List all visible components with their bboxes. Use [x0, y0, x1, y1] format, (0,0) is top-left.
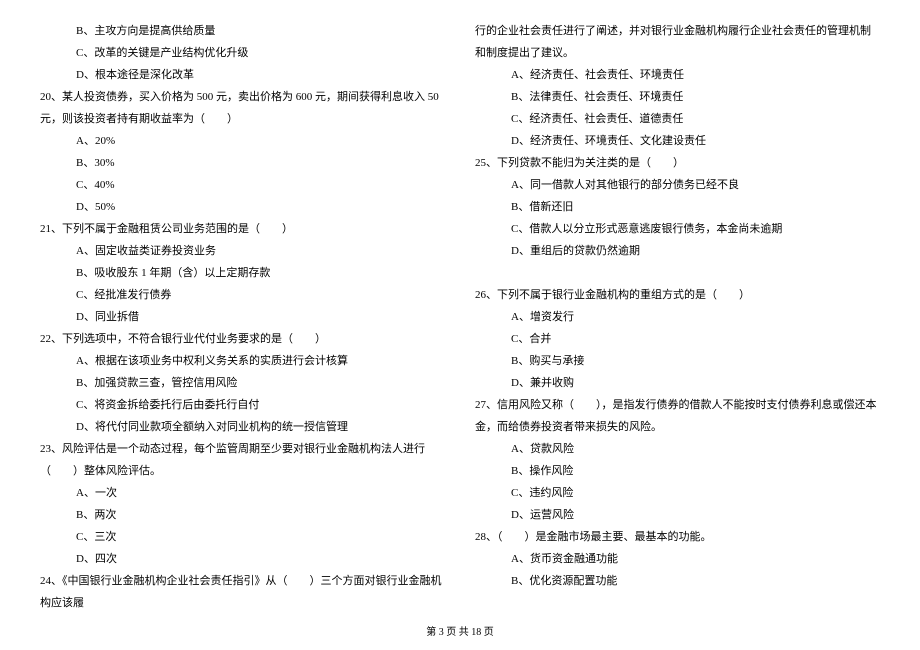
- q26-option-a: A、增资发行: [475, 306, 880, 328]
- page-footer: 第 3 页 共 18 页: [0, 623, 920, 638]
- q27-option-a: A、贷款风险: [475, 438, 880, 460]
- q27-option-b: B、操作风险: [475, 460, 880, 482]
- q21-option-a: A、固定收益类证券投资业务: [40, 240, 445, 262]
- q27-stem: 27、信用风险又称（ ），是指发行债券的借款人不能按时支付债券利息或偿还本金，而…: [475, 394, 880, 438]
- left-column: B、主攻方向是提高供给质量 C、改革的关键是产业结构优化升级 D、根本途径是深化…: [40, 20, 445, 614]
- q24-stem: 24、《中国银行业金融机构企业社会责任指引》从（ ）三个方面对银行业金融机构应该…: [40, 570, 445, 614]
- q25-option-d: D、重组后的贷款仍然逾期: [475, 240, 880, 262]
- q24-continuation: 行的企业社会责任进行了阐述，并对银行业金融机构履行企业社会责任的管理机制和制度提…: [475, 20, 880, 64]
- q28-option-b: B、优化资源配置功能: [475, 570, 880, 592]
- q20-option-a: A、20%: [40, 130, 445, 152]
- q20-option-c: C、40%: [40, 174, 445, 196]
- q21-option-c: C、经批准发行债券: [40, 284, 445, 306]
- spacer: [475, 262, 880, 284]
- q20-option-d: D、50%: [40, 196, 445, 218]
- q24-option-d: D、经济责任、环境责任、文化建设责任: [475, 130, 880, 152]
- page-content: B、主攻方向是提高供给质量 C、改革的关键是产业结构优化升级 D、根本途径是深化…: [0, 0, 920, 624]
- q21-option-b: B、吸收股东 1 年期（含）以上定期存款: [40, 262, 445, 284]
- q26-option-d: D、兼并收购: [475, 372, 880, 394]
- q19-option-b: B、主攻方向是提高供给质量: [40, 20, 445, 42]
- q22-option-d: D、将代付同业款项全额纳入对同业机构的统一授信管理: [40, 416, 445, 438]
- q28-option-a: A、货币资金融通功能: [475, 548, 880, 570]
- q27-option-d: D、运营风险: [475, 504, 880, 526]
- q24-option-c: C、经济责任、社会责任、道德责任: [475, 108, 880, 130]
- q23-stem: 23、风险评估是一个动态过程，每个监管周期至少要对银行业金融机构法人进行（ ）整…: [40, 438, 445, 482]
- q22-stem: 22、下列选项中，不符合银行业代付业务要求的是（ ）: [40, 328, 445, 350]
- q22-option-b: B、加强贷款三查，管控信用风险: [40, 372, 445, 394]
- q26-option-b: C、合并: [475, 328, 880, 350]
- q19-option-c: C、改革的关键是产业结构优化升级: [40, 42, 445, 64]
- q27-option-c: C、违约风险: [475, 482, 880, 504]
- q21-stem: 21、下列不属于金融租赁公司业务范围的是（ ）: [40, 218, 445, 240]
- q23-option-c: C、三次: [40, 526, 445, 548]
- right-column: 行的企业社会责任进行了阐述，并对银行业金融机构履行企业社会责任的管理机制和制度提…: [475, 20, 880, 614]
- q24-option-b: B、法律责任、社会责任、环境责任: [475, 86, 880, 108]
- q22-option-a: A、根据在该项业务中权利义务关系的实质进行会计核算: [40, 350, 445, 372]
- q28-stem: 28、（ ）是金融市场最主要、最基本的功能。: [475, 526, 880, 548]
- q23-option-a: A、一次: [40, 482, 445, 504]
- q26-option-c: B、购买与承接: [475, 350, 880, 372]
- q24-option-a: A、经济责任、社会责任、环境责任: [475, 64, 880, 86]
- q25-option-b: B、借新还旧: [475, 196, 880, 218]
- q22-option-c: C、将资金拆给委托行后由委托行自付: [40, 394, 445, 416]
- q20-option-b: B、30%: [40, 152, 445, 174]
- q23-option-b: B、两次: [40, 504, 445, 526]
- q26-stem: 26、下列不属于银行业金融机构的重组方式的是（ ）: [475, 284, 880, 306]
- q25-option-a: A、同一借款人对其他银行的部分债务已经不良: [475, 174, 880, 196]
- q21-option-d: D、同业拆借: [40, 306, 445, 328]
- q25-option-c: C、借款人以分立形式恶意逃废银行债务，本金尚未逾期: [475, 218, 880, 240]
- q23-option-d: D、四次: [40, 548, 445, 570]
- q19-option-d: D、根本途径是深化改革: [40, 64, 445, 86]
- q25-stem: 25、下列贷款不能归为关注类的是（ ）: [475, 152, 880, 174]
- q20-stem: 20、某人投资债券，买入价格为 500 元，卖出价格为 600 元，期间获得利息…: [40, 86, 445, 130]
